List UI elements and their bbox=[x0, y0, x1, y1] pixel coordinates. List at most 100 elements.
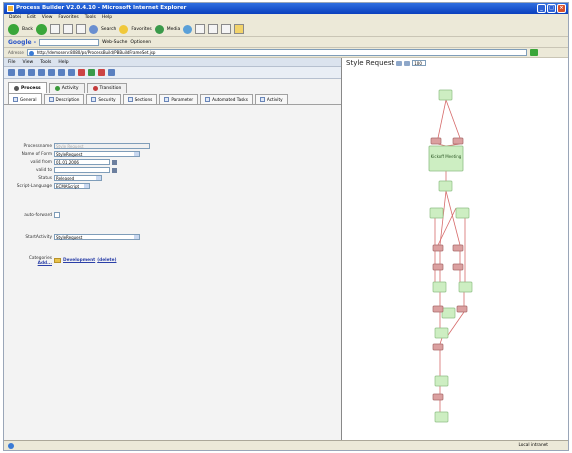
workflow-diagram[interactable]: Kickoff Meeting bbox=[343, 58, 569, 442]
maximize-button[interactable]: □ bbox=[547, 4, 556, 13]
kickoff-meeting-label: Kickoff Meeting bbox=[431, 154, 462, 159]
transition-node[interactable] bbox=[452, 137, 464, 145]
transition-node[interactable] bbox=[452, 244, 464, 252]
menu-help[interactable]: Help bbox=[102, 14, 112, 22]
transition-node[interactable] bbox=[432, 263, 444, 271]
security-icon bbox=[91, 97, 97, 102]
arrow-left-icon[interactable] bbox=[38, 69, 45, 76]
activity-node[interactable] bbox=[434, 327, 449, 339]
menu-edit[interactable]: Edit bbox=[27, 14, 36, 22]
search-label[interactable]: Search bbox=[101, 27, 116, 32]
open-icon[interactable] bbox=[18, 69, 25, 76]
delete-icon[interactable] bbox=[78, 69, 85, 76]
activity-node[interactable] bbox=[438, 89, 453, 101]
add-activity-icon[interactable] bbox=[88, 69, 95, 76]
google-search-input[interactable] bbox=[39, 38, 100, 46]
paste-icon[interactable] bbox=[68, 69, 75, 76]
refresh-icon[interactable] bbox=[62, 24, 73, 34]
name-of-form-select[interactable]: StyleRequest bbox=[54, 151, 140, 157]
arrow-right-icon[interactable] bbox=[48, 69, 55, 76]
back-label[interactable]: Back bbox=[22, 27, 33, 32]
tab-transition[interactable]: Transition bbox=[86, 83, 128, 93]
activity-node[interactable] bbox=[434, 411, 449, 423]
transition-node[interactable] bbox=[452, 263, 464, 271]
start-activity-select[interactable]: StyleRequest bbox=[54, 234, 140, 240]
calendar-icon[interactable] bbox=[112, 159, 117, 165]
history-icon[interactable] bbox=[183, 24, 193, 34]
folder-icon[interactable] bbox=[234, 24, 245, 34]
tab-activity[interactable]: Activity bbox=[48, 83, 85, 93]
menu-view[interactable]: View bbox=[42, 14, 53, 22]
new-icon[interactable] bbox=[28, 69, 35, 76]
app-menu-view[interactable]: View bbox=[23, 58, 34, 66]
favorites-icon[interactable] bbox=[119, 24, 129, 34]
main-tabs: Process Activity Transition bbox=[4, 81, 341, 93]
script-language-select[interactable]: ECMAScript bbox=[54, 183, 90, 189]
edit-icon[interactable] bbox=[221, 24, 232, 34]
menu-tools[interactable]: Tools bbox=[85, 14, 96, 22]
processname-input[interactable]: Style Request bbox=[54, 143, 150, 149]
subtab-description[interactable]: Description bbox=[43, 94, 85, 104]
app-menu-tools[interactable]: Tools bbox=[40, 58, 51, 66]
mail-icon[interactable] bbox=[195, 24, 206, 34]
activity-node[interactable] bbox=[455, 207, 470, 219]
subtab-sections[interactable]: Sections bbox=[122, 94, 158, 104]
search-icon[interactable] bbox=[88, 24, 98, 34]
category-link[interactable]: Development bbox=[63, 258, 95, 263]
media-label[interactable]: Media bbox=[167, 27, 181, 32]
home-icon[interactable] bbox=[75, 24, 86, 34]
categories-add-link[interactable]: Add... bbox=[4, 261, 52, 266]
activity-node[interactable] bbox=[458, 281, 473, 293]
google-optionen[interactable]: Optionen bbox=[130, 40, 151, 45]
subtab-general[interactable]: General bbox=[8, 93, 42, 104]
subtab-activity[interactable]: Activity bbox=[254, 94, 288, 104]
transition-node[interactable] bbox=[432, 244, 444, 252]
subtab-security[interactable]: Security bbox=[86, 94, 121, 104]
add-transition-icon[interactable] bbox=[98, 69, 105, 76]
minimize-button[interactable]: _ bbox=[537, 4, 546, 13]
app-menu-help[interactable]: Help bbox=[58, 58, 68, 66]
transition-node[interactable] bbox=[432, 305, 444, 313]
stop-icon[interactable] bbox=[49, 24, 60, 34]
go-button[interactable] bbox=[529, 49, 538, 56]
copy-icon[interactable] bbox=[58, 69, 65, 76]
activity-node[interactable] bbox=[434, 375, 449, 387]
transition-node[interactable] bbox=[432, 343, 444, 351]
subtab-parameter[interactable]: Parameter bbox=[159, 94, 199, 104]
auto-forward-checkbox[interactable] bbox=[54, 212, 60, 218]
chevron-down-icon bbox=[134, 235, 139, 239]
chevron-down-icon bbox=[84, 184, 89, 188]
print-icon[interactable] bbox=[208, 24, 219, 34]
valid-to-input[interactable] bbox=[54, 167, 110, 173]
grid-icon[interactable] bbox=[108, 69, 115, 76]
activity-node[interactable] bbox=[441, 307, 456, 319]
favorites-label[interactable]: Favorites bbox=[131, 27, 151, 32]
back-icon[interactable] bbox=[8, 23, 19, 35]
browser-window: Process Builder V2.0.4.10 - Microsoft In… bbox=[3, 2, 569, 451]
status-select[interactable]: Released bbox=[54, 175, 102, 181]
address-input[interactable]: http://demoserv:8080/ps/ProcessBuild/PBB… bbox=[26, 49, 527, 56]
activity-node[interactable] bbox=[432, 281, 447, 293]
subtab-automated-tasks[interactable]: Automated Tasks bbox=[200, 94, 253, 104]
activity-node[interactable] bbox=[429, 207, 444, 219]
transition-node[interactable] bbox=[432, 393, 444, 401]
google-websuche[interactable]: Web-Suche bbox=[102, 40, 127, 45]
transition-icon bbox=[92, 86, 98, 91]
transition-node[interactable] bbox=[430, 137, 442, 145]
menu-favorites[interactable]: Favorites bbox=[58, 14, 78, 22]
save-icon[interactable] bbox=[8, 69, 15, 76]
calendar-icon[interactable] bbox=[112, 167, 117, 173]
subtab-parameter-label: Parameter bbox=[171, 97, 194, 102]
category-delete-link[interactable]: (delete) bbox=[97, 258, 116, 263]
app-menu-file[interactable]: File bbox=[8, 58, 16, 66]
menu-file[interactable]: Datei bbox=[9, 14, 21, 22]
transition-node[interactable] bbox=[456, 305, 468, 313]
subtab-automated-tasks-label: Automated Tasks bbox=[212, 97, 248, 102]
valid-from-input[interactable]: 01.01.2006 bbox=[54, 159, 110, 165]
activity-node[interactable] bbox=[438, 180, 453, 192]
script-language-value: ECMAScript bbox=[56, 184, 80, 189]
forward-icon[interactable] bbox=[35, 23, 47, 35]
media-icon[interactable] bbox=[154, 24, 164, 34]
close-button[interactable]: × bbox=[557, 4, 566, 13]
tab-process[interactable]: Process bbox=[8, 82, 47, 93]
